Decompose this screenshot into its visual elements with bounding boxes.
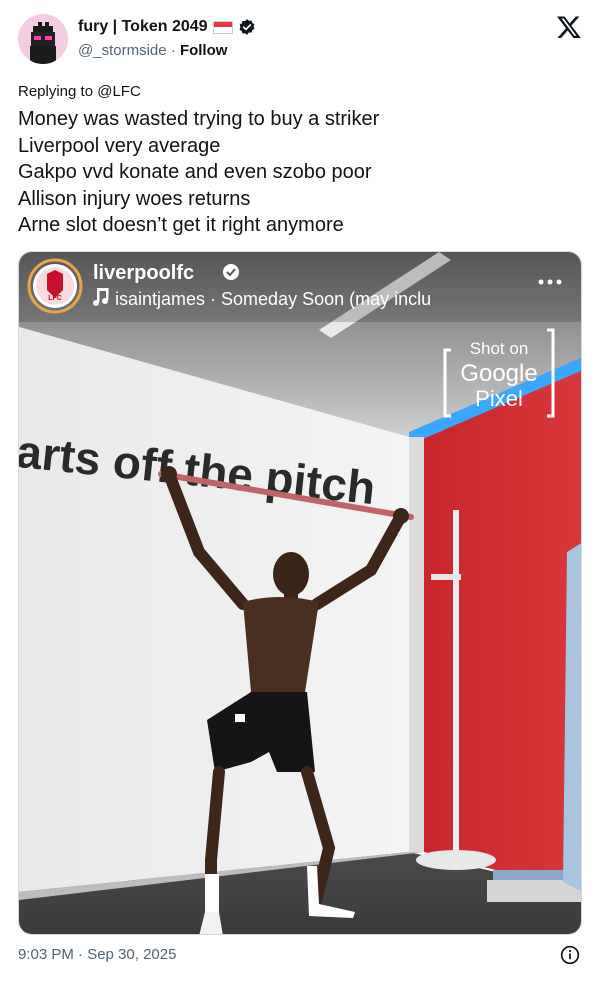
tweet-line: Money was wasted trying to buy a striker [18,108,380,130]
x-logo-icon[interactable] [556,14,582,40]
watermark-line1: Shot on [470,339,529,358]
tweet-media-image[interactable]: arts off the pitch LFC liverpoolfc isain… [18,251,582,935]
tweet-line: Gakpo vvd konate and even szobo poor [18,161,372,183]
info-icon[interactable] [560,945,580,965]
lfc-badge-text: LFC [48,295,62,302]
singapore-flag-icon [212,20,233,34]
watermark-line2: Google [460,360,537,387]
author-name-row: fury | Token 2049 [78,18,256,36]
avatar[interactable] [18,14,68,64]
tweet-line: Allison injury woes returns [18,187,251,210]
tweet-text: Money was wasted trying to buy a striker… [18,106,578,239]
author-handle-row: @_stormside · Follow [78,42,227,59]
more-options-icon [538,279,562,285]
ig-account-name: liverpoolfc [93,262,194,284]
ig-verified-icon [223,264,239,280]
avatar-image [18,14,68,64]
verified-badge-icon [239,19,254,35]
author-handle[interactable]: @_stormside [78,42,167,59]
handle-separator: · [170,42,176,59]
reply-context[interactable]: Replying to @LFC [18,83,141,100]
ig-audio-label: isaintjames · Someday Soon (may inclu [115,289,431,309]
tweet-timestamp[interactable]: 9:03 PM · Sep 30, 2025 [18,946,176,963]
tweet-line: Liverpool very average [18,134,221,157]
author-display-name[interactable]: fury | Token 2049 [78,18,208,36]
tweet-line: Arne slot doesn’t get it right anymore [18,214,344,236]
media-photo: arts off the pitch LFC liverpoolfc isain… [19,252,581,934]
watermark-line3: Pixel [475,386,523,411]
follow-button[interactable]: Follow [180,42,228,59]
